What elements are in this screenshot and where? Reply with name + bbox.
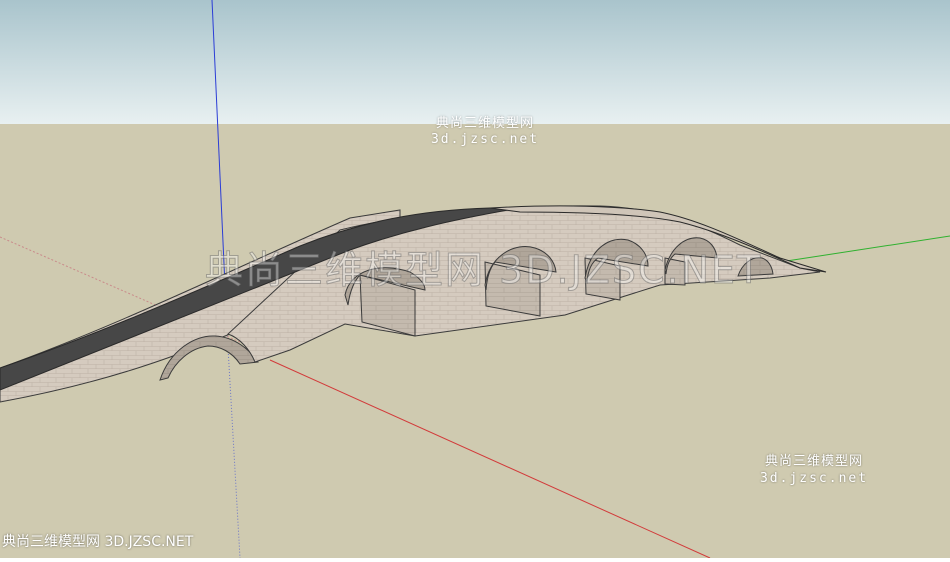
watermark-top-line2: 3d.jzsc.net [430,132,540,147]
watermark-bottom-left: 典尚三维模型网 3D.JZSC.NET [2,534,194,550]
sketchup-viewport[interactable]: 典尚三维模型网 3d.jzsc.net 典尚三维模型网 3D.JZSC.NET … [0,0,950,559]
watermark-bottom-right: 典尚三维模型网 3d.jzsc.net [752,453,876,487]
watermark-br-line2: 3d.jzsc.net [759,471,869,486]
sky [0,0,950,124]
watermark-top-line1: 典尚三维模型网 [435,116,534,131]
watermark-br-line1: 典尚三维模型网 [764,454,863,469]
watermark-center: 典尚三维模型网 3D.JZSC.NET [205,248,763,293]
watermark-top: 典尚三维模型网 3d.jzsc.net [425,116,545,148]
